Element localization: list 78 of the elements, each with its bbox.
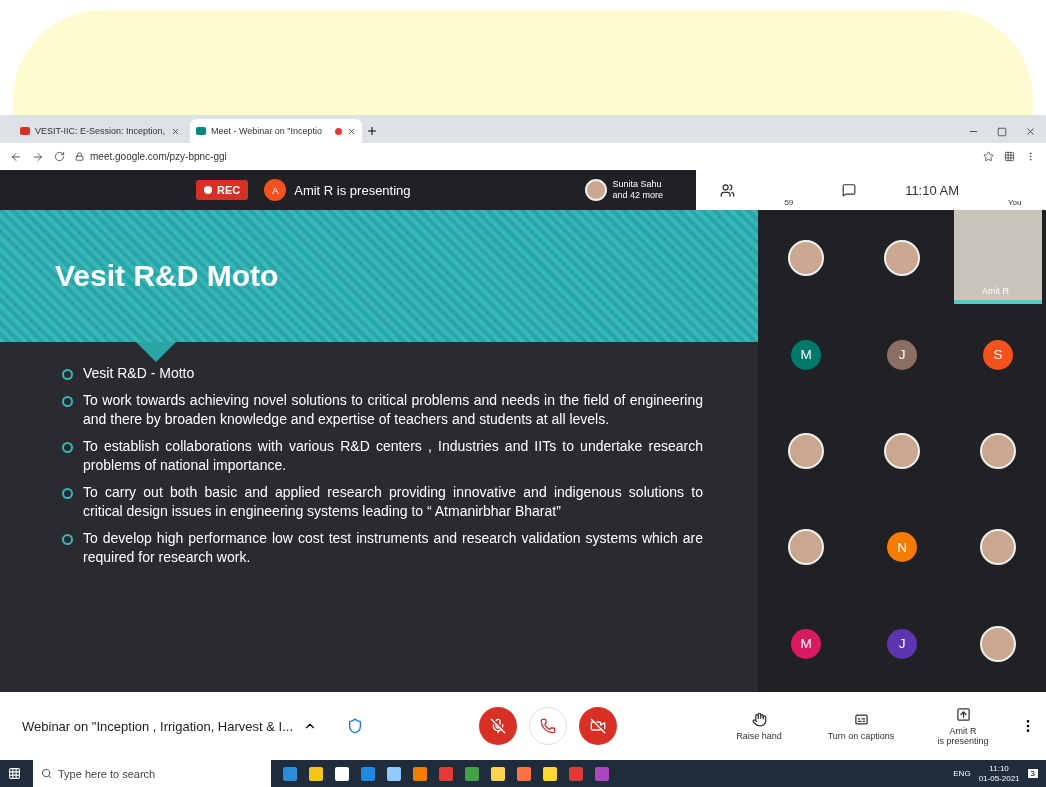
clock-time: 11:10 AM [905,182,960,198]
reload-icon[interactable] [54,151,65,162]
bullet-text: To establish collaborations with various R&D centers , Industries and IITs to undertake research problems of national importance. [83,437,703,475]
people-icon[interactable] [720,182,736,198]
app-icon[interactable] [309,766,323,781]
phone-icon [540,718,556,734]
taskbar-date: 01-05-2021 [978,773,1020,784]
avatar-photo [884,433,920,469]
meeting-title: Webinar on "Inception , Irrigation, Harvest & I... [22,718,293,734]
address-field[interactable]: meet.google.com/pzy-bpnc-ggi [90,151,227,162]
participant-avatar: J [887,628,917,659]
camera-off-icon [590,718,606,734]
camera-button[interactable] [579,707,617,745]
participant-avatar: M [791,628,821,659]
notification-badge[interactable]: 3 [1027,769,1038,778]
avatar-photo [884,240,920,277]
forward-icon[interactable] [32,150,44,163]
captions-icon [853,711,869,727]
maximize-icon[interactable] [997,126,1007,137]
self-label: You [1008,198,1022,207]
avatar-photo [980,529,1016,566]
action-button[interactable]: Amit R is presenting [918,705,1008,747]
participant-avatar: M [791,339,821,370]
muted-microphone-icon [490,718,506,734]
recording-dot [335,127,342,135]
close-icon[interactable] [1025,126,1036,137]
slide-notch [136,342,176,362]
bullet-icon [62,369,73,380]
chat-icon[interactable] [842,183,857,197]
recording-badge: REC [196,180,249,200]
presenting-label: Amit R is presenting [294,182,411,198]
app-icon[interactable] [387,766,401,781]
action-button[interactable]: Raise hand [714,710,804,742]
bullet-icon [62,442,73,453]
hang-up-button[interactable] [529,707,567,745]
back-icon[interactable] [10,150,22,163]
bullet-icon [62,488,73,499]
search-icon [41,768,52,779]
bullet-text: To carry out both basic and applied research providing innovative and indigenous solutions to critical design issues in engineering systems leading to “ Atmanirbhar Bharat” [83,483,703,521]
avatar-photo [584,179,607,201]
app-icon[interactable] [491,766,505,781]
start-icon[interactable] [8,767,21,780]
shield-icon [347,718,363,734]
bookmark-icon[interactable] [983,151,994,162]
slide-title: Vesit R&D Moto [55,259,279,293]
participant-avatar: N [887,532,917,563]
new-tab-icon[interactable] [366,125,378,137]
bullet-icon [62,396,73,407]
app-icon[interactable] [335,766,349,781]
action-button[interactable]: Turn on captions [816,710,906,742]
people-count: 59 [784,198,794,207]
bullet-text: Vesit R&D - Motto [83,364,195,383]
extensions-icon[interactable] [1004,151,1015,162]
avatar-photo [788,433,824,469]
participant-avatar: S [983,339,1013,370]
browser-tab[interactable]: VESIT-IIC: E-Session: Inception, [14,119,186,143]
taskbar-time: 11:10 [988,763,1010,774]
avatar-photo [788,529,824,566]
avatar-photo [980,433,1016,469]
taskbar-search-field[interactable]: Type here to search [33,760,271,787]
participant-avatar: J [887,339,917,370]
present-icon [955,706,971,722]
bullet-icon [62,534,73,545]
viewer-name: Sunita Sahu [612,179,663,190]
presenter-avatar: A [264,179,287,201]
avatar-photo [788,240,824,277]
hand-icon [751,711,767,727]
bullet-text: To develop high performance low cost test instruments and research validation systems which are required for research work. [83,529,703,567]
avatar-photo [980,625,1016,662]
close-tab-icon[interactable] [171,126,180,136]
lock-icon [75,152,84,161]
microphone-button[interactable] [479,707,517,745]
bullet-text: To work towards achieving novel solutions to critical problems and needs in the field of engineering and there by broaden knowledge and expertise of teachers and students at all levels. [83,391,703,429]
language-indicator: ENG [953,769,971,778]
close-tab-icon[interactable] [347,126,356,136]
viewer-more: and 42 more [612,190,664,201]
app-icon[interactable] [543,766,557,781]
browser-tab[interactable]: Meet - Webinar on "Inceptio [190,119,362,143]
